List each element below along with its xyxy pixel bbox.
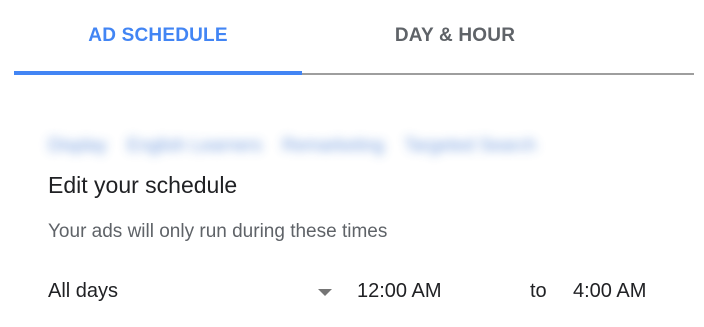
tab-bar: AD SCHEDULE DAY & HOUR	[14, 0, 694, 76]
arrow-drop-down-icon	[318, 289, 332, 296]
blurred-campaign-name: Display	[48, 134, 108, 155]
schedule-row: All days 12:00 AM to 4:00 AM	[0, 276, 704, 310]
blurred-campaign-name: Remarketing	[282, 134, 385, 155]
tab-day-hour-label: DAY & HOUR	[394, 25, 516, 46]
days-dropdown[interactable]: All days	[48, 276, 348, 310]
tab-ad-schedule-label: AD SCHEDULE	[88, 25, 228, 46]
section-heading: Edit your schedule	[48, 172, 238, 198]
blurred-campaign-name: English Learners	[127, 134, 263, 155]
ad-schedule-panel: AD SCHEDULE DAY & HOUR Display English L…	[0, 0, 704, 327]
start-time-field[interactable]: 12:00 AM	[357, 280, 442, 303]
tab-day-hour[interactable]: DAY & HOUR	[302, 0, 608, 72]
section-subtitle: Your ads will only run during these time…	[48, 221, 388, 242]
end-time-field[interactable]: 4:00 AM	[573, 280, 646, 303]
blurred-campaign-list: Display English Learners Remarketing Tar…	[48, 130, 688, 160]
blurred-campaign-name: Targeted Search	[404, 134, 537, 155]
active-tab-indicator	[14, 71, 302, 75]
days-value: All days	[48, 280, 119, 302]
to-label: to	[530, 280, 547, 302]
tab-ad-schedule[interactable]: AD SCHEDULE	[14, 0, 302, 72]
